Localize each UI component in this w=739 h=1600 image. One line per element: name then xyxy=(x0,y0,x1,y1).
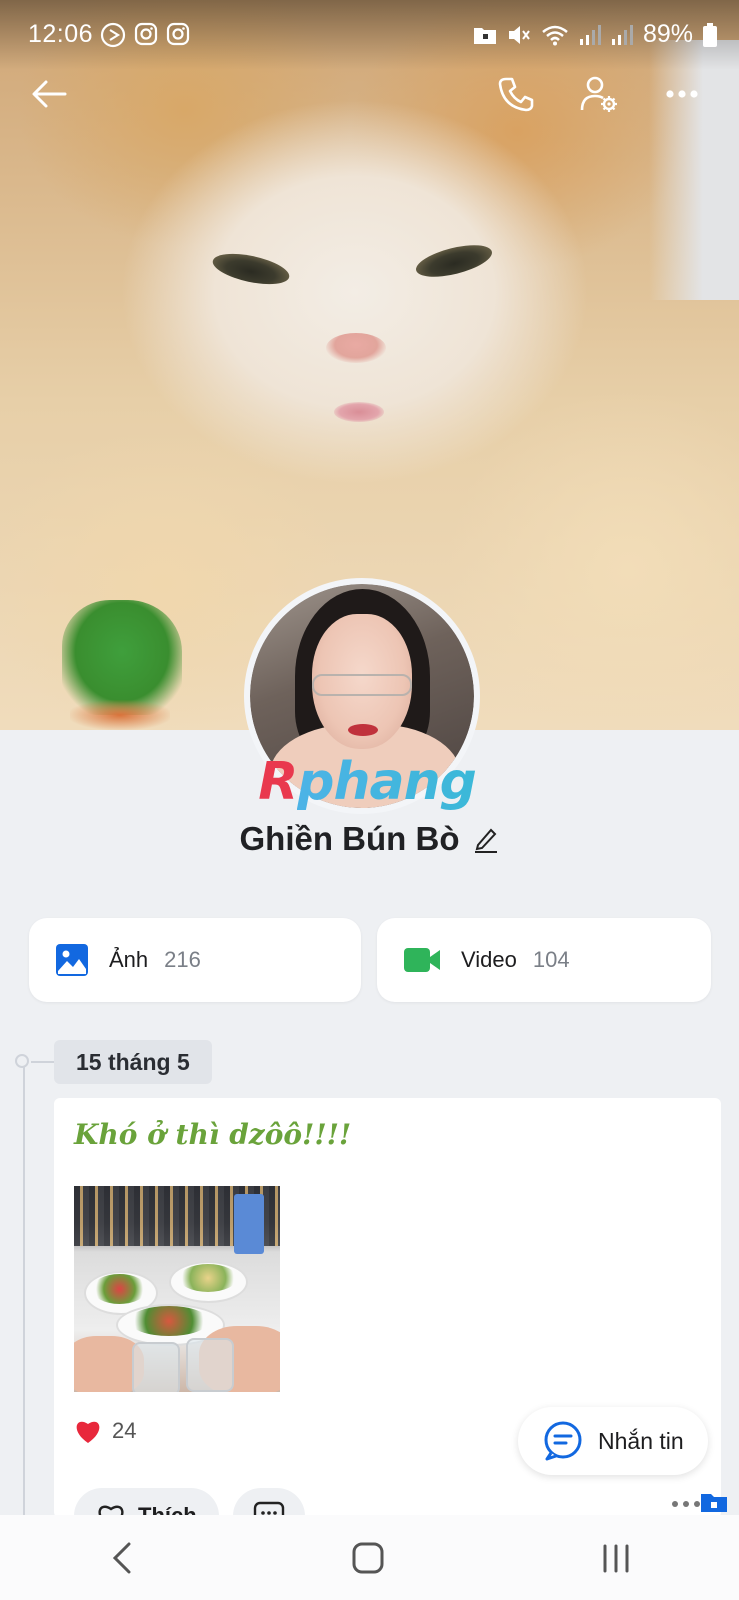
heart-icon xyxy=(76,1421,100,1443)
watermark-logo: Rphang xyxy=(258,752,477,812)
wifi-icon xyxy=(542,25,568,45)
profile-name-row: Ghiền Bún Bò xyxy=(0,820,739,858)
more-horizontal-icon xyxy=(666,90,698,98)
profile-name: Ghiền Bún Bò xyxy=(239,820,460,857)
timeline-dot xyxy=(15,1054,29,1068)
post-photo[interactable] xyxy=(74,1186,280,1392)
edit-pencil-icon[interactable] xyxy=(473,825,499,853)
call-button[interactable] xyxy=(494,72,538,116)
timeline-connector xyxy=(31,1061,55,1063)
mute-icon xyxy=(508,25,530,44)
instagram-icon xyxy=(134,22,158,46)
battery-icon xyxy=(703,22,717,47)
send-message-label: Nhắn tin xyxy=(598,1427,684,1454)
play-circle-icon xyxy=(100,22,126,48)
send-message-button[interactable]: Nhắn tin xyxy=(518,1407,708,1475)
chat-bubble-icon xyxy=(544,1421,582,1461)
folder-lock-icon xyxy=(473,27,496,44)
back-button[interactable] xyxy=(27,72,71,116)
videos-label: Video xyxy=(461,947,517,972)
date-chip: 15 tháng 5 xyxy=(54,1040,212,1084)
photos-card[interactable]: Ảnh 216 xyxy=(29,918,361,1002)
reaction-summary[interactable]: 24 xyxy=(74,1418,136,1444)
signal-icon xyxy=(579,24,601,45)
profile-settings-button[interactable] xyxy=(577,72,621,116)
post-more-icon[interactable] xyxy=(671,1500,701,1508)
user-settings-icon xyxy=(580,76,617,112)
photos-label: Ảnh xyxy=(109,947,149,972)
video-camera-icon xyxy=(404,948,440,972)
likes-count: 24 xyxy=(112,1418,137,1443)
nav-recents-icon[interactable] xyxy=(599,1541,633,1575)
battery-percent: 89% xyxy=(642,20,693,48)
instagram-icon xyxy=(166,22,190,46)
signal-icon xyxy=(611,24,633,45)
folder-lock-icon xyxy=(701,1494,727,1512)
videos-card[interactable]: Video 104 xyxy=(377,918,711,1002)
image-icon xyxy=(56,944,88,976)
back-arrow-icon xyxy=(32,80,67,108)
more-options-button[interactable] xyxy=(660,72,704,116)
phone-icon xyxy=(498,77,534,112)
videos-count: 104 xyxy=(532,947,570,972)
status-time: 12:06 xyxy=(28,20,94,48)
photos-count: 216 xyxy=(164,947,201,972)
timeline-line xyxy=(23,1062,25,1522)
nav-back-icon[interactable] xyxy=(107,1540,137,1576)
status-bar: 12:06 89% xyxy=(0,0,739,70)
post-text: Khó ở thì dzôô!!!! xyxy=(74,1118,352,1151)
system-nav-bar xyxy=(0,1515,739,1600)
nav-home-icon[interactable] xyxy=(350,1540,386,1576)
